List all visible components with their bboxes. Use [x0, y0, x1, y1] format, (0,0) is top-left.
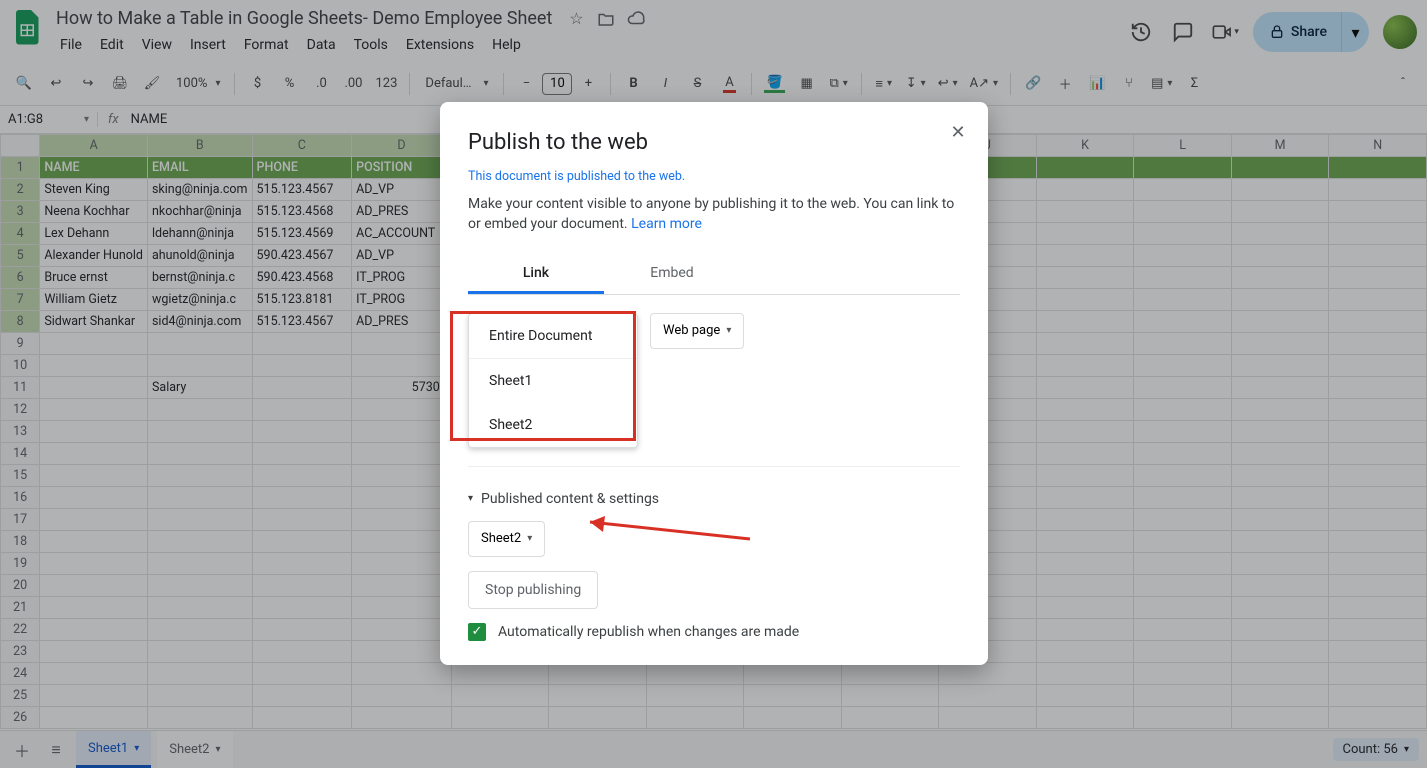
publish-dialog: ✕ Publish to the web This document is pu…: [440, 102, 988, 665]
learn-more-link[interactable]: Learn more: [631, 216, 702, 232]
content-dropdown-open: Entire Document Sheet1 Sheet2: [468, 313, 638, 448]
format-dropdown[interactable]: Web page▾: [650, 313, 744, 349]
dd-option-sheet1[interactable]: Sheet1: [469, 359, 637, 403]
auto-republish-label: Automatically republish when changes are…: [498, 624, 799, 640]
dialog-title: Publish to the web: [468, 130, 960, 155]
close-icon[interactable]: ✕: [946, 120, 970, 144]
published-settings-toggle[interactable]: ▾Published content & settings: [468, 491, 960, 507]
published-note: This document is published to the web.: [468, 169, 960, 184]
published-sheets-dropdown[interactable]: Sheet2▾: [468, 521, 545, 557]
tab-link[interactable]: Link: [468, 255, 604, 294]
tab-embed[interactable]: Embed: [604, 255, 740, 294]
auto-republish-checkbox[interactable]: ✓: [468, 623, 486, 641]
stop-publishing-button[interactable]: Stop publishing: [468, 571, 598, 609]
dialog-description: Make your content visible to anyone by p…: [468, 194, 960, 235]
dd-option-entire[interactable]: Entire Document: [469, 314, 637, 359]
dd-option-sheet2[interactable]: Sheet2: [469, 403, 637, 447]
